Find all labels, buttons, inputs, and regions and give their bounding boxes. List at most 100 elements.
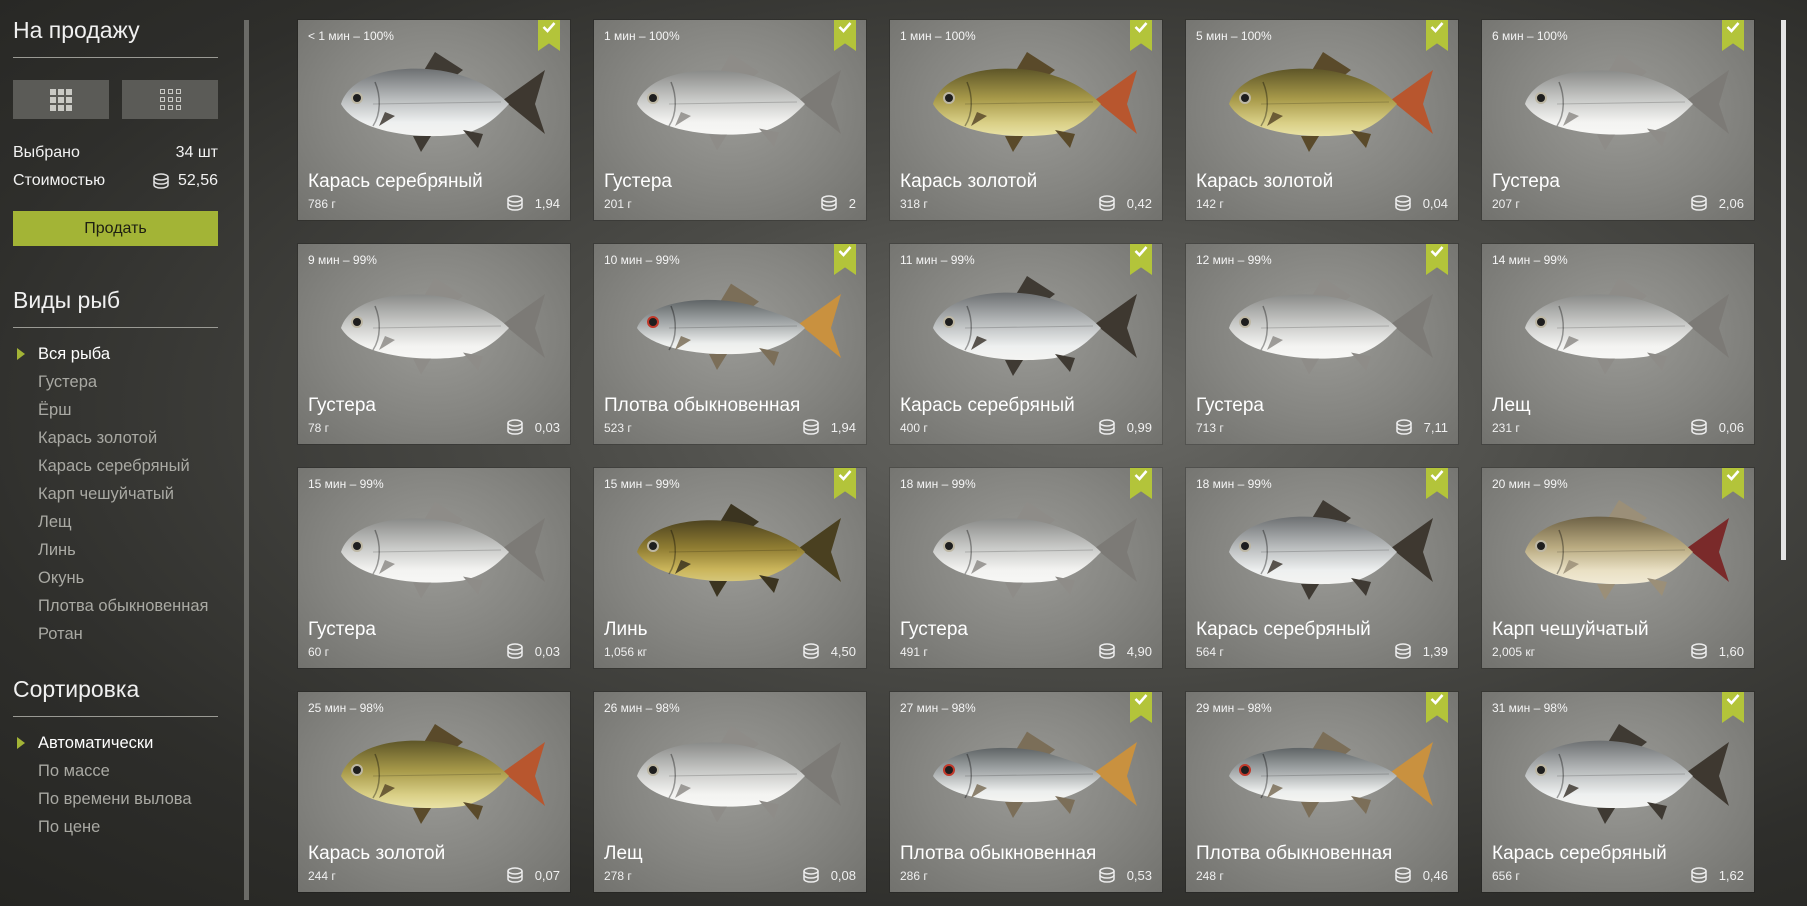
fish-price: 0,46 xyxy=(1392,866,1448,884)
fish-weight: 2,005 кг xyxy=(1492,645,1535,659)
coin-icon xyxy=(1394,195,1411,211)
fish-price-value: 2 xyxy=(848,195,856,211)
coin-icon xyxy=(506,195,523,211)
fish-name: Густера xyxy=(308,395,376,416)
fish-card[interactable]: 12 мин – 99% Густера 713 г 7,11 xyxy=(1186,244,1458,444)
fish-card[interactable]: 29 мин – 98% Плотва обыкновенная 248 г 0… xyxy=(1186,692,1458,892)
fish-card[interactable]: 15 мин – 99% Линь 1,056 кг 4,50 xyxy=(594,468,866,668)
species-filter-item[interactable]: Лещ xyxy=(13,508,208,536)
fish-price: 0,04 xyxy=(1392,194,1448,212)
fish-price-value: 0,08 xyxy=(830,867,856,883)
fish-price-value: 1,60 xyxy=(1718,643,1744,659)
sort-list: Автоматически По массе По времени вылова По… xyxy=(13,729,192,841)
fish-weight: 656 г xyxy=(1492,869,1520,883)
fish-card[interactable]: 6 мин – 100% Густера 207 г 2,06 xyxy=(1482,20,1754,220)
fish-card[interactable]: 9 мин – 99% Густера 78 г 0,03 xyxy=(298,244,570,444)
species-filter-item-label: Карп чешуйчатый xyxy=(38,485,175,503)
sort-option-item[interactable]: По цене xyxy=(13,813,192,841)
cost-value: 52,56 xyxy=(177,172,218,189)
species-filter-item[interactable]: Густера xyxy=(13,368,208,396)
coin-icon xyxy=(1098,643,1115,659)
fish-image xyxy=(341,501,545,599)
fish-price: 0,07 xyxy=(504,866,560,884)
coin-icon xyxy=(802,419,819,435)
fish-price: 0,03 xyxy=(504,642,560,660)
species-filter-item[interactable]: Линь xyxy=(13,536,208,564)
small-grid-view-button[interactable] xyxy=(122,80,218,119)
fish-price-value: 1,94 xyxy=(830,419,856,435)
coin-icon xyxy=(1098,867,1115,883)
fish-weight: 78 г xyxy=(308,421,330,435)
catch-time-freshness: 15 мин – 99% xyxy=(604,477,680,491)
fish-price: 0,08 xyxy=(800,866,856,884)
fish-card[interactable]: 18 мин – 99% Густера 491 г 4,90 xyxy=(890,468,1162,668)
fish-card[interactable]: 10 мин – 99% Плотва обыкновенная 523 г 1… xyxy=(594,244,866,444)
checkmark-icon xyxy=(1134,22,1148,33)
sort-option-item[interactable]: Автоматически xyxy=(13,729,192,757)
fish-card[interactable]: 18 мин – 99% Карась серебряный 564 г 1,3… xyxy=(1186,468,1458,668)
divider xyxy=(13,57,218,58)
fish-image xyxy=(1525,277,1729,375)
sort-option-item[interactable]: По времени вылова xyxy=(13,785,192,813)
sell-button[interactable]: Продать xyxy=(13,211,218,246)
checkmark-icon xyxy=(1430,470,1444,481)
species-filter-item[interactable]: Окунь xyxy=(13,564,208,592)
fish-name: Карась серебряный xyxy=(1196,619,1371,640)
fish-name: Плотва обыкновенная xyxy=(900,843,1097,864)
fish-image xyxy=(1525,500,1729,600)
fish-price: 1,94 xyxy=(504,194,560,212)
fish-card[interactable]: 15 мин – 99% Густера 60 г 0,03 xyxy=(298,468,570,668)
coin-icon xyxy=(506,867,523,883)
species-filter-item[interactable]: Плотва обыкновенная xyxy=(13,592,208,620)
scrollbar[interactable] xyxy=(1781,20,1786,560)
checkmark-icon xyxy=(542,22,556,33)
fish-weight: 564 г xyxy=(1196,645,1224,659)
fish-image xyxy=(1525,53,1729,151)
catch-time-freshness: 26 мин – 98% xyxy=(604,701,680,715)
species-filter-item-label: Окунь xyxy=(38,569,85,587)
coin-icon xyxy=(821,195,837,211)
species-filter-item[interactable]: Карась серебряный xyxy=(13,452,208,480)
fish-name: Густера xyxy=(900,619,968,640)
sidebar-separator xyxy=(244,20,249,900)
fish-card[interactable]: 11 мин – 99% Карась серебряный 400 г 0,9… xyxy=(890,244,1162,444)
fish-card[interactable]: 25 мин – 98% Карась золотой 244 г 0,07 xyxy=(298,692,570,892)
selected-row: Выбрано 34 шт xyxy=(13,144,218,162)
fish-price-value: 0,53 xyxy=(1126,867,1152,883)
fish-card[interactable]: < 1 мин – 100% Карась серебряный 786 г 1… xyxy=(298,20,570,220)
fish-image xyxy=(1229,500,1433,600)
fish-grid: < 1 мин – 100% Карась серебряный 786 г 1… xyxy=(298,20,1754,892)
fish-name: Карась золотой xyxy=(308,843,446,864)
catch-time-freshness: 11 мин – 99% xyxy=(900,253,975,267)
fish-card[interactable]: 27 мин – 98% Плотва обыкновенная 286 г 0… xyxy=(890,692,1162,892)
fish-price: 1,94 xyxy=(800,418,856,436)
sort-option-item[interactable]: По массе xyxy=(13,757,192,785)
coin-icon xyxy=(1098,195,1115,211)
coin-icon xyxy=(1690,195,1707,211)
species-filter-item[interactable]: Карп чешуйчатый xyxy=(13,480,208,508)
species-filter-item[interactable]: Ёрш xyxy=(13,396,208,424)
catch-time-freshness: 25 мин – 98% xyxy=(308,701,384,715)
species-filter-item[interactable]: Карась золотой xyxy=(13,424,208,452)
fish-price-value: 0,04 xyxy=(1422,195,1448,211)
species-filter-item[interactable]: Вся рыба xyxy=(13,340,208,368)
fish-image xyxy=(1229,277,1433,375)
large-grid-view-button[interactable] xyxy=(13,80,109,119)
catch-time-freshness: 9 мин – 99% xyxy=(308,253,377,267)
fish-price: 0,03 xyxy=(504,418,560,436)
fish-card[interactable]: 31 мин – 98% Карась серебряный 656 г 1,6… xyxy=(1482,692,1754,892)
fish-card[interactable]: 20 мин – 99% Карп чешуйчатый 2,005 кг 1,… xyxy=(1482,468,1754,668)
fish-weight: 248 г xyxy=(1196,869,1224,883)
fish-card[interactable]: 1 мин – 100% Карась золотой 318 г 0,42 xyxy=(890,20,1162,220)
catch-time-freshness: 1 мин – 100% xyxy=(900,29,976,43)
catch-time-freshness: 14 мин – 99% xyxy=(1492,253,1568,267)
coin-icon xyxy=(1395,419,1412,435)
fish-card[interactable]: 5 мин – 100% Карась золотой 142 г 0,04 xyxy=(1186,20,1458,220)
fish-card[interactable]: 1 мин – 100% Густера 201 г 2 xyxy=(594,20,866,220)
fish-card[interactable]: 14 мин – 99% Лещ 231 г 0,06 xyxy=(1482,244,1754,444)
fish-weight: 400 г xyxy=(900,421,928,435)
species-filter-item[interactable]: Ротан xyxy=(13,620,208,648)
fish-card[interactable]: 26 мин – 98% Лещ 278 г 0,08 xyxy=(594,692,866,892)
fish-name: Карась серебряный xyxy=(900,395,1075,416)
fish-name: Густера xyxy=(604,171,672,192)
